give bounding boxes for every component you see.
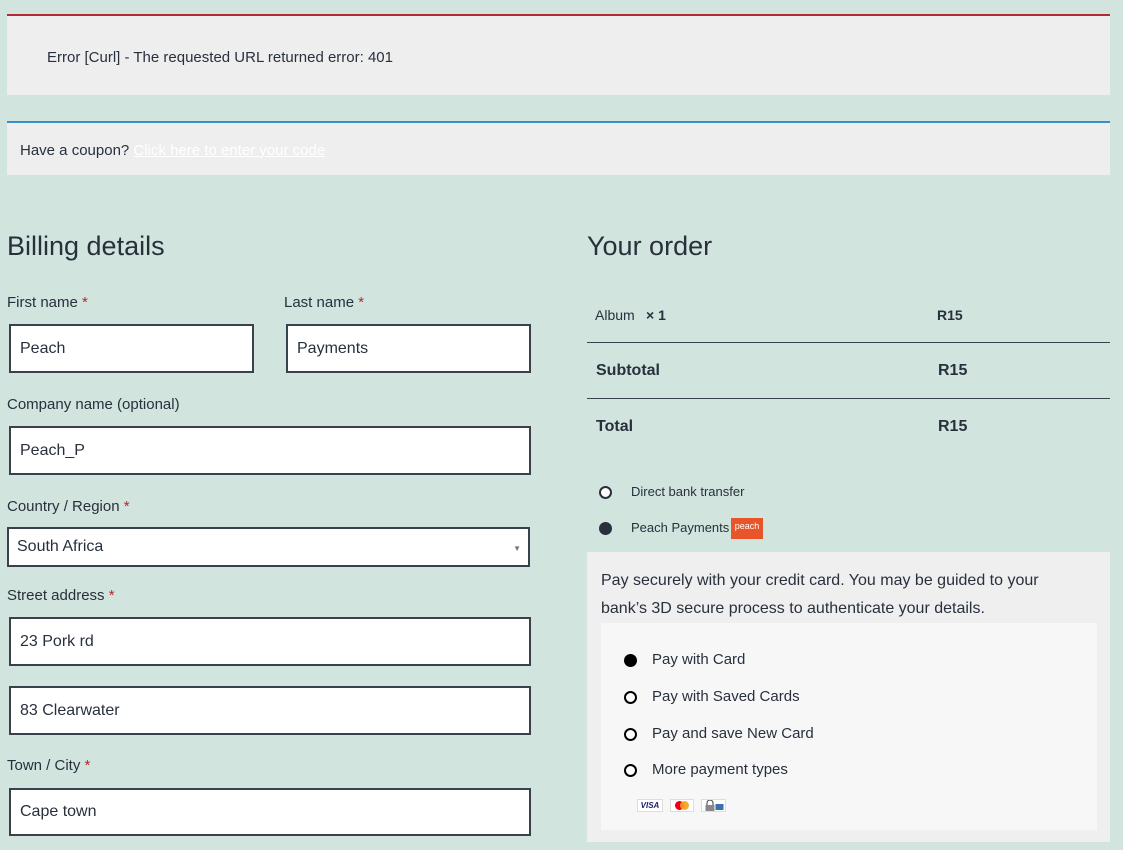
bank-transfer-label[interactable]: Direct bank transfer	[631, 484, 744, 499]
company-label: Company name (optional)	[7, 396, 180, 413]
city-input[interactable]	[9, 788, 531, 836]
peach-payments-label[interactable]: Peach Payments	[631, 520, 729, 535]
required-mark: *	[108, 587, 115, 604]
lock-icon	[705, 799, 723, 811]
street-label: Street address *	[7, 587, 115, 604]
more-payment-types-radio[interactable]	[624, 764, 637, 777]
error-message: Error [Curl] - The requested URL returne…	[47, 49, 393, 66]
coupon-message: Have a coupon? Click here to enter your …	[20, 142, 325, 159]
street-address-line1-input[interactable]	[9, 617, 531, 666]
bank-transfer-radio[interactable]	[599, 486, 612, 499]
mastercard-circles-icon	[675, 801, 689, 810]
required-mark: *	[84, 757, 91, 774]
error-notice: Error [Curl] - The requested URL returne…	[7, 14, 1110, 95]
subtotal-row: Subtotal R15	[587, 343, 1110, 399]
peach-logo: peach	[731, 518, 763, 539]
country-value: South Africa	[17, 538, 104, 555]
order-item-qty: × 1	[646, 307, 666, 323]
subtotal-value: R15	[938, 362, 968, 379]
billing-heading: Billing details	[7, 231, 165, 261]
required-mark: *	[82, 294, 88, 311]
more-payment-types-label[interactable]: More payment types	[652, 761, 788, 778]
last-name-label-text: Last name	[284, 294, 355, 311]
coupon-link[interactable]: Click here to enter your code	[133, 142, 325, 159]
pay-with-card-label[interactable]: Pay with Card	[652, 651, 745, 668]
total-label: Total	[596, 418, 634, 435]
pay-with-card-radio[interactable]	[624, 654, 637, 667]
coupon-prompt: Have a coupon?	[20, 142, 130, 159]
first-name-input[interactable]	[9, 324, 254, 373]
company-input[interactable]	[9, 426, 531, 475]
coupon-notice: Have a coupon? Click here to enter your …	[7, 121, 1110, 175]
last-name-label: Last name *	[284, 294, 364, 311]
total-value: R15	[938, 418, 968, 435]
street-label-text: Street address	[7, 587, 105, 604]
country-select[interactable]: South Africa ▼	[7, 527, 530, 567]
country-label-text: Country / Region	[7, 498, 120, 515]
peach-logo-text: peach	[734, 521, 760, 531]
order-heading: Your order	[587, 231, 713, 261]
city-label-text: Town / City	[7, 757, 81, 774]
total-row: Total R15	[587, 399, 1110, 455]
required-mark: *	[358, 294, 365, 311]
city-label: Town / City *	[7, 757, 90, 774]
peach-payments-radio[interactable]	[599, 522, 612, 535]
subtotal-label: Subtotal	[596, 362, 660, 379]
last-name-input[interactable]	[286, 324, 531, 373]
pay-and-save-new-card-radio[interactable]	[624, 728, 637, 741]
pay-with-saved-cards-radio[interactable]	[624, 691, 637, 704]
order-item-name: Album	[595, 307, 635, 323]
visa-logo-text: VISA	[640, 801, 660, 810]
street-address-line2-input[interactable]	[9, 686, 531, 735]
order-item-price: R15	[937, 307, 963, 323]
visa-icon: VISA	[637, 799, 663, 812]
chevron-down-icon: ▼	[513, 544, 521, 553]
first-name-label: First name *	[7, 294, 88, 311]
first-name-label-text: First name	[7, 294, 78, 311]
pay-and-save-new-card-label[interactable]: Pay and save New Card	[652, 725, 814, 742]
mastercard-icon	[670, 799, 694, 812]
peach-payment-description: Pay securely with your credit card. You …	[601, 572, 1039, 617]
order-item-row: Album × 1 R15	[587, 298, 1110, 343]
pay-with-saved-cards-label[interactable]: Pay with Saved Cards	[652, 688, 800, 705]
secure-icon	[701, 799, 726, 812]
required-mark: *	[123, 498, 130, 515]
country-label: Country / Region *	[7, 498, 130, 515]
